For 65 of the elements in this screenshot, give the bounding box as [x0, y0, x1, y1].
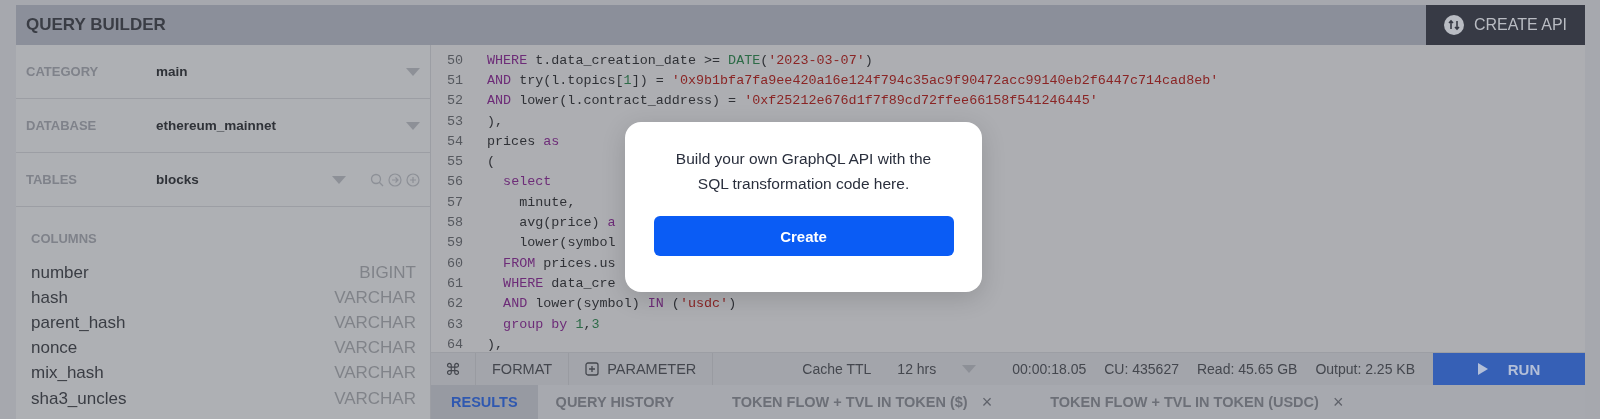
add-icon[interactable]: [406, 172, 420, 187]
code-line: group by 1,3: [502, 316, 600, 332]
line-number: 62: [445, 296, 464, 312]
result-tab[interactable]: TOKEN FLOW + TVL IN TOKEN (USDC) ×: [1032, 385, 1364, 419]
query-stat: 00:00:18.05: [1012, 361, 1087, 377]
line-number: 53: [445, 113, 464, 129]
column-name: parent_hash: [31, 312, 126, 333]
cache-label: Cache TTL: [802, 361, 872, 377]
create-button[interactable]: Create: [653, 216, 954, 256]
caret-icon: [406, 67, 420, 76]
line-number: 52: [445, 93, 464, 109]
code-line: ),: [486, 113, 504, 129]
code-line: AND lower(l.contract_address) = '0xf25212e676d1f7f89cd72ffee66158f541246445': [486, 93, 1098, 109]
arrow-circle-icon[interactable]: [388, 172, 402, 187]
line-number: 54: [445, 133, 464, 149]
play-icon: [1477, 363, 1488, 375]
dropdown-value[interactable]: main: [156, 64, 406, 79]
caret-icon: [406, 121, 420, 130]
caret-icon: [332, 175, 346, 184]
code-line: AND try(l.topics[1]) = '0x9b1bfa7fa9ee420a16e124f794c35ac9f90472acc99140eb2f6447c714cad8eb': [486, 72, 1219, 88]
line-number: 64: [445, 336, 464, 352]
column-name: mix_hash: [31, 363, 104, 384]
code-line: lower(symbol: [518, 235, 616, 251]
result-tab[interactable]: TOKEN FLOW + TVL IN TOKEN ($) ×: [714, 385, 1013, 419]
line-number: 57: [445, 194, 464, 210]
line-number: 56: [445, 174, 464, 190]
search-icon[interactable]: [370, 172, 384, 187]
code-line: AND lower(symbol) IN ('usdc'): [502, 296, 737, 312]
line-number: 51: [445, 72, 464, 88]
code-line: WHERE data_cre: [502, 275, 616, 291]
line-number: 50: [445, 52, 464, 68]
panel-title: QUERY BUILDER: [25, 15, 166, 35]
dialog-message: Build your own GraphQL API with the SQL transformation code here.: [674, 149, 933, 194]
line-number: 59: [445, 235, 464, 251]
plus-box-icon: [585, 362, 600, 376]
create-api-button[interactable]: CREATE API: [1425, 5, 1585, 45]
code-line: prices as: [486, 133, 560, 149]
code-line: select: [502, 174, 552, 190]
column-name: sha3_uncles: [31, 388, 127, 409]
query-stat: Output: 2.25 KB: [1315, 361, 1415, 377]
code-line: avg(price) a: [518, 215, 616, 230]
code-line: FROM prices.us: [502, 255, 616, 271]
code-line: minute,: [518, 194, 576, 210]
code-line: (: [486, 154, 496, 170]
result-tab[interactable]: QUERY HISTORY: [537, 385, 695, 419]
cache-dropdown[interactable]: 12 hrs: [897, 361, 937, 377]
close-icon[interactable]: ×: [1332, 391, 1344, 413]
column-name: number: [31, 262, 89, 283]
code-line: WHERE t.data_creation_date >= DATE('2023-03-07'): [486, 52, 873, 68]
line-number: 61: [445, 275, 464, 291]
column-name: hash: [31, 287, 68, 308]
column-name: nonce: [31, 338, 78, 359]
query-stat: Read: 45.65 GB: [1196, 361, 1298, 377]
line-number: 60: [445, 255, 464, 271]
dropdown-value[interactable]: ethereum_mainnet: [156, 118, 406, 133]
run-button[interactable]: RUN: [1433, 353, 1585, 385]
dropdown-value[interactable]: blocks: [156, 172, 332, 187]
code-line: ),: [486, 336, 504, 352]
line-number: 55: [445, 154, 464, 170]
line-number: 58: [445, 215, 464, 230]
result-tab[interactable]: RESULTS: [431, 385, 538, 419]
query-stat: CU: 435627: [1104, 361, 1179, 377]
swap-icon: [1443, 15, 1464, 35]
close-icon[interactable]: ×: [981, 391, 993, 413]
line-number: 63: [445, 316, 464, 332]
